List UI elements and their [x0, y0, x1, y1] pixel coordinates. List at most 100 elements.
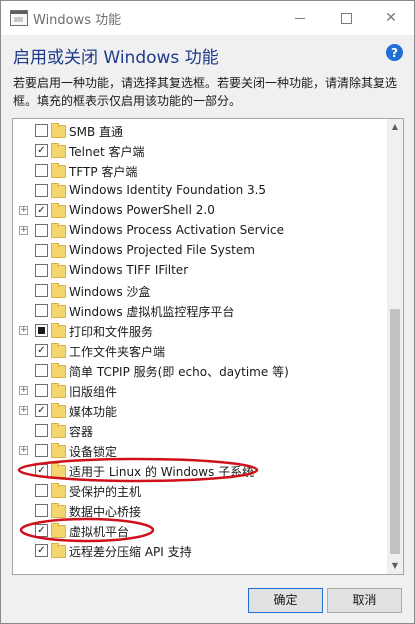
feature-row[interactable]: 简单 TCPIP 服务(即 echo、daytime 等) [13, 361, 387, 381]
feature-rows: SMB 直通 Telnet 客户端 TFTP 客户端 Windows Identity… [13, 121, 387, 561]
feature-label[interactable]: Windows Process Activation Service [69, 223, 284, 237]
feature-label[interactable]: Windows PowerShell 2.0 [69, 203, 215, 217]
feature-label[interactable]: 打印和文件服务 [69, 323, 153, 340]
folder-icon [51, 303, 66, 318]
expand-plus-icon[interactable]: + [19, 406, 28, 415]
vertical-scrollbar[interactable]: ▲ ▼ [387, 119, 403, 574]
feature-label[interactable]: 工作文件夹客户端 [69, 343, 165, 360]
feature-label[interactable]: 媒体功能 [69, 403, 117, 420]
minimize-button[interactable] [277, 1, 323, 35]
expand-plus-icon[interactable]: + [19, 326, 28, 335]
feature-row[interactable]: Windows Identity Foundation 3.5 [13, 181, 387, 201]
feature-row[interactable]: 受保护的主机 [13, 481, 387, 501]
feature-row[interactable]: Windows 沙盒 [13, 281, 387, 301]
scroll-up-arrow-icon[interactable]: ▲ [387, 119, 403, 135]
feature-checkbox[interactable] [35, 264, 48, 277]
feature-checkbox[interactable] [35, 504, 48, 517]
feature-checkbox[interactable] [35, 304, 48, 317]
feature-label[interactable]: Telnet 客户端 [69, 143, 145, 160]
folder-icon [51, 223, 66, 238]
page-title: 启用或关闭 Windows 功能 [13, 48, 219, 68]
feature-row[interactable]: + 打印和文件服务 [13, 321, 387, 341]
folder-icon [51, 543, 66, 558]
feature-label[interactable]: 适用于 Linux 的 Windows 子系统 [69, 463, 254, 480]
expand-plus-icon[interactable]: + [19, 226, 28, 235]
feature-checkbox[interactable] [35, 244, 48, 257]
feature-row[interactable]: 数据中心桥接 [13, 501, 387, 521]
feature-checkbox[interactable] [35, 184, 48, 197]
feature-row[interactable]: 适用于 Linux 的 Windows 子系统 [13, 461, 387, 481]
feature-checkbox[interactable] [35, 164, 48, 177]
feature-row[interactable]: + Windows PowerShell 2.0 [13, 201, 387, 221]
feature-checkbox[interactable] [35, 364, 48, 377]
feature-row[interactable]: 远程差分压缩 API 支持 [13, 541, 387, 561]
feature-row[interactable]: + 媒体功能 [13, 401, 387, 421]
feature-label[interactable]: 远程差分压缩 API 支持 [69, 543, 192, 560]
feature-checkbox[interactable] [35, 404, 48, 417]
feature-checkbox[interactable] [35, 284, 48, 297]
feature-checkbox[interactable] [35, 544, 48, 557]
folder-icon [51, 203, 66, 218]
windows-features-dialog: Windows 功能 ✕ 启用或关闭 Windows 功能 ? 若要启用一种功能… [0, 0, 415, 624]
feature-label[interactable]: 简单 TCPIP 服务(即 echo、daytime 等) [69, 363, 289, 380]
feature-label[interactable]: Windows TIFF IFilter [69, 263, 188, 277]
feature-label[interactable]: Windows Projected File System [69, 243, 255, 257]
feature-row[interactable]: Windows 虚拟机监控程序平台 [13, 301, 387, 321]
feature-row[interactable]: Windows TIFF IFilter [13, 261, 387, 281]
feature-row[interactable]: + 旧版组件 [13, 381, 387, 401]
folder-icon [51, 503, 66, 518]
scroll-down-arrow-icon[interactable]: ▼ [387, 558, 403, 574]
feature-checkbox[interactable] [35, 484, 48, 497]
feature-label[interactable]: 设备锁定 [69, 443, 117, 460]
maximize-icon [340, 12, 352, 24]
maximize-button[interactable] [323, 1, 369, 35]
cancel-button[interactable]: 取消 [327, 588, 402, 613]
folder-icon [51, 163, 66, 178]
feature-checkbox[interactable] [35, 464, 48, 477]
folder-icon [51, 343, 66, 358]
feature-checkbox[interactable] [35, 384, 48, 397]
feature-row[interactable]: Telnet 客户端 [13, 141, 387, 161]
title-bar[interactable]: Windows 功能 ✕ [1, 1, 414, 35]
feature-checkbox[interactable] [35, 324, 48, 337]
close-button[interactable]: ✕ [368, 1, 414, 35]
feature-row[interactable]: Windows Projected File System [13, 241, 387, 261]
folder-icon [51, 323, 66, 338]
feature-label[interactable]: Windows 沙盒 [69, 283, 150, 300]
feature-checkbox[interactable] [35, 344, 48, 357]
feature-checkbox[interactable] [35, 524, 48, 537]
feature-checkbox[interactable] [35, 204, 48, 217]
folder-icon [51, 403, 66, 418]
feature-label[interactable]: TFTP 客户端 [69, 163, 137, 180]
feature-checkbox[interactable] [35, 444, 48, 457]
feature-label[interactable]: 容器 [69, 423, 93, 440]
feature-label[interactable]: Windows 虚拟机监控程序平台 [69, 303, 234, 320]
folder-icon [51, 483, 66, 498]
feature-label[interactable]: SMB 直通 [69, 123, 123, 140]
features-tree-list[interactable]: SMB 直通 Telnet 客户端 TFTP 客户端 Windows Identity… [12, 118, 404, 575]
minimize-icon [295, 17, 305, 19]
feature-row[interactable]: TFTP 客户端 [13, 161, 387, 181]
expand-plus-icon[interactable]: + [19, 206, 28, 215]
scroll-thumb[interactable] [390, 309, 400, 554]
feature-checkbox[interactable] [35, 124, 48, 137]
feature-label[interactable]: 受保护的主机 [69, 483, 141, 500]
expand-plus-icon[interactable]: + [19, 446, 28, 455]
feature-checkbox[interactable] [35, 424, 48, 437]
feature-row[interactable]: 容器 [13, 421, 387, 441]
feature-label[interactable]: 旧版组件 [69, 383, 117, 400]
feature-row[interactable]: + Windows Process Activation Service [13, 221, 387, 241]
feature-label[interactable]: 虚拟机平台 [69, 523, 129, 540]
ok-button[interactable]: 确定 [248, 588, 323, 613]
feature-checkbox[interactable] [35, 144, 48, 157]
feature-checkbox[interactable] [35, 224, 48, 237]
feature-label[interactable]: Windows Identity Foundation 3.5 [69, 183, 266, 197]
folder-icon [51, 383, 66, 398]
feature-row[interactable]: 虚拟机平台 [13, 521, 387, 541]
expand-plus-icon[interactable]: + [19, 386, 28, 395]
feature-row[interactable]: SMB 直通 [13, 121, 387, 141]
help-icon[interactable]: ? [386, 44, 403, 61]
feature-row[interactable]: + 设备锁定 [13, 441, 387, 461]
feature-row[interactable]: 工作文件夹客户端 [13, 341, 387, 361]
feature-label[interactable]: 数据中心桥接 [69, 503, 141, 520]
